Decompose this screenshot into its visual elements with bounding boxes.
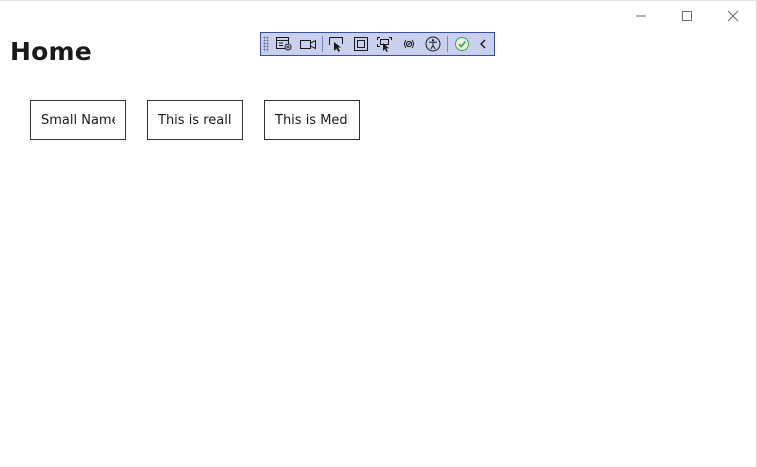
minimize-icon [636, 15, 646, 17]
binding-failures-icon [404, 39, 414, 49]
maximize-icon [682, 11, 692, 21]
collapse-toolbar-button[interactable] [474, 34, 492, 54]
select-element-button[interactable] [325, 34, 349, 54]
display-layout-adorners-icon [354, 37, 368, 51]
binding-failures-button[interactable] [397, 34, 421, 54]
small-name-button[interactable]: Small Name [30, 100, 126, 140]
display-layout-adorners-button[interactable] [349, 34, 373, 54]
track-focus-button[interactable] [373, 34, 397, 54]
track-focus-icon [377, 37, 392, 52]
long-name-button[interactable]: This is really [147, 100, 243, 140]
close-icon [727, 10, 739, 22]
accessibility-button[interactable] [421, 34, 445, 54]
app-window: Home Small Name This is really This is M… [0, 0, 757, 467]
maximize-button[interactable] [664, 1, 710, 31]
window-caption-buttons [618, 1, 756, 31]
collapse-chevron-icon [480, 39, 486, 49]
accessibility-icon [425, 36, 441, 52]
toolbar-separator [322, 36, 323, 52]
button-label: Small Name [41, 112, 115, 128]
select-element-icon [329, 37, 343, 52]
minimize-button[interactable] [618, 1, 664, 31]
close-button[interactable] [710, 1, 756, 31]
record-button[interactable] [296, 34, 320, 54]
video-camera-icon [300, 39, 316, 50]
live-visual-tree-icon [276, 37, 292, 51]
medium-name-button[interactable]: This is Mediu [264, 100, 360, 140]
page-title: Home [10, 37, 92, 66]
toolbar-separator [447, 36, 448, 52]
check-accessibility-icon [455, 37, 469, 51]
xaml-debug-toolbar [260, 32, 495, 56]
live-visual-tree-button[interactable] [272, 34, 296, 54]
check-accessibility-button[interactable] [450, 34, 474, 54]
button-label: This is really [158, 112, 232, 128]
button-label: This is Mediu [275, 112, 349, 128]
toolbar-grip-handle[interactable] [263, 36, 269, 52]
